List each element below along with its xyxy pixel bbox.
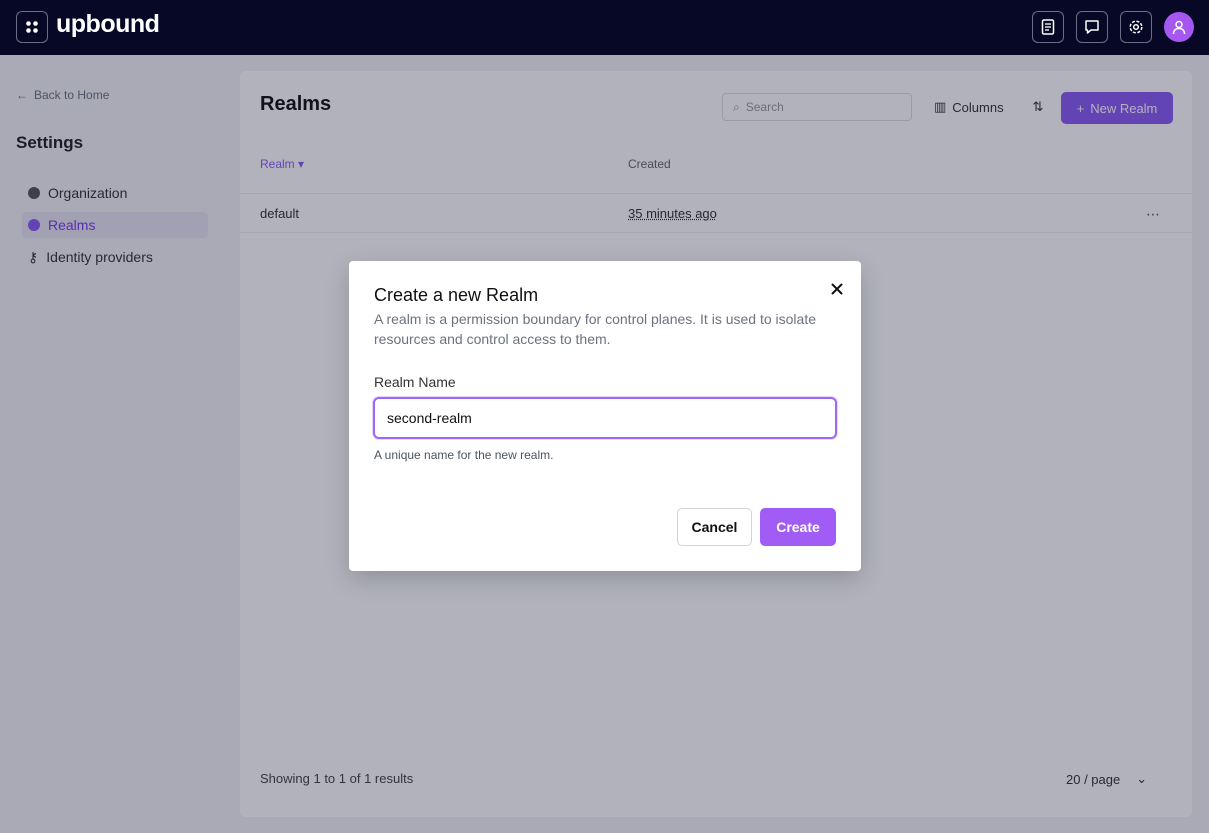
realm-name-label: Realm Name xyxy=(374,374,456,390)
dialog-description: A realm is a permission boundary for con… xyxy=(374,311,816,347)
create-realm-dialog: Create a new Realm A realm is a permissi… xyxy=(349,261,861,571)
realm-name-help-text: A unique name for the new realm. xyxy=(374,448,554,462)
create-button[interactable]: Create xyxy=(760,508,836,546)
grid-menu-icon[interactable] xyxy=(16,11,48,43)
user-icon[interactable] xyxy=(1164,12,1194,42)
docs-icon[interactable] xyxy=(1032,11,1064,43)
chat-icon[interactable] xyxy=(1076,11,1108,43)
close-icon[interactable] xyxy=(828,280,846,298)
upbound-logo[interactable]: upbound xyxy=(56,10,160,39)
top-navigation-bar: upbound xyxy=(0,0,1209,55)
realm-name-input[interactable] xyxy=(373,397,837,439)
settings-icon[interactable] xyxy=(1120,11,1152,43)
dialog-title: Create a new Realm xyxy=(374,285,539,305)
cancel-button[interactable]: Cancel xyxy=(677,508,752,546)
